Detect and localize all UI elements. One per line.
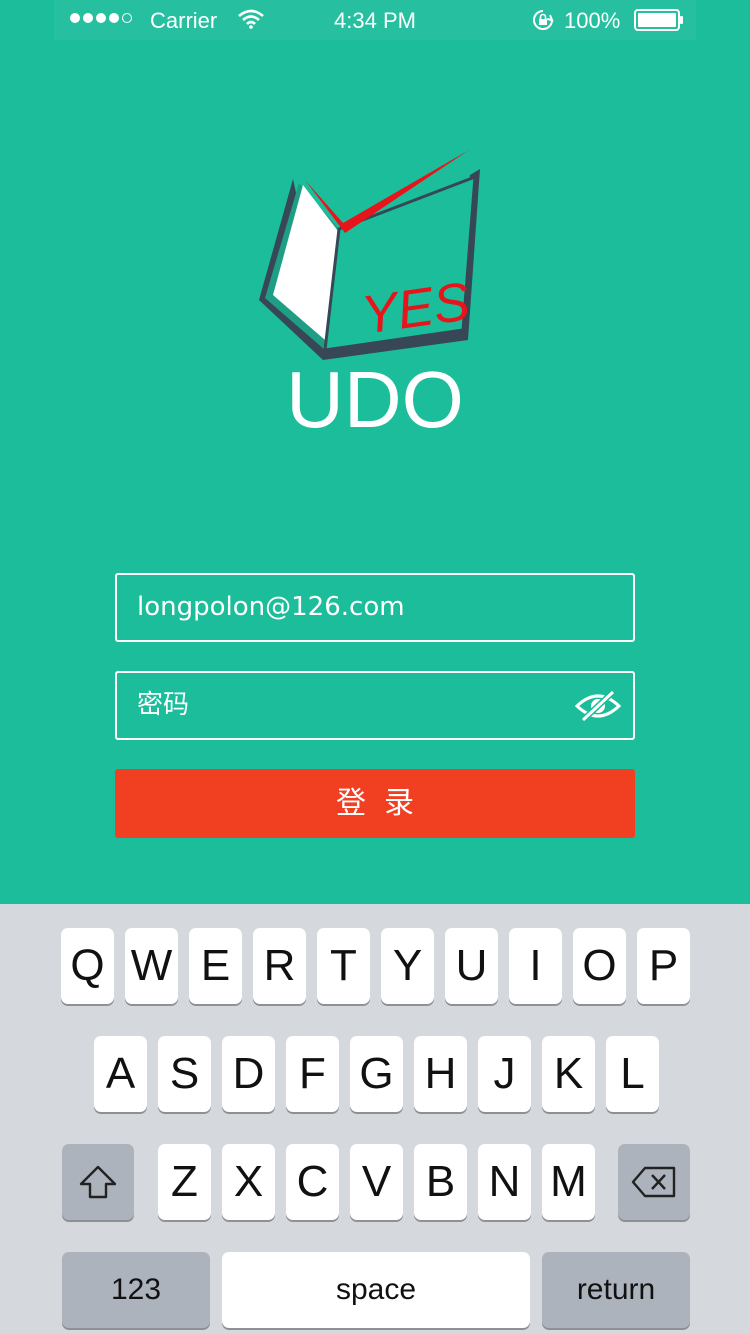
space-key[interactable]: space	[222, 1252, 530, 1328]
key-p[interactable]: P	[637, 928, 690, 1004]
keyboard: Q W E R T Y U I O P A S D F G H J K L Z …	[0, 904, 750, 1334]
key-q[interactable]: Q	[61, 928, 114, 1004]
key-n[interactable]: N	[478, 1144, 531, 1220]
key-k[interactable]: K	[542, 1036, 595, 1112]
shift-key[interactable]	[62, 1144, 134, 1220]
key-e[interactable]: E	[189, 928, 242, 1004]
key-y[interactable]: Y	[381, 928, 434, 1004]
book-check-logo-icon: YES	[259, 150, 480, 360]
key-a[interactable]: A	[94, 1036, 147, 1112]
key-t[interactable]: T	[317, 928, 370, 1004]
key-l[interactable]: L	[606, 1036, 659, 1112]
key-o[interactable]: O	[573, 928, 626, 1004]
key-g[interactable]: G	[350, 1036, 403, 1112]
shift-arrow-icon	[79, 1165, 117, 1199]
app-name: UDO	[286, 355, 464, 444]
battery-percentage: 100%	[564, 8, 621, 33]
key-x[interactable]: X	[222, 1144, 275, 1220]
numbers-key[interactable]: 123	[62, 1252, 210, 1328]
key-f[interactable]: F	[286, 1036, 339, 1112]
key-d[interactable]: D	[222, 1036, 275, 1112]
key-i[interactable]: I	[509, 928, 562, 1004]
rotation-lock-icon	[533, 10, 554, 30]
return-key[interactable]: return	[542, 1252, 690, 1328]
key-u[interactable]: U	[445, 928, 498, 1004]
password-field[interactable]: 密码	[115, 671, 635, 740]
key-s[interactable]: S	[158, 1036, 211, 1112]
key-b[interactable]: B	[414, 1144, 467, 1220]
key-w[interactable]: W	[125, 928, 178, 1004]
backspace-key[interactable]	[618, 1144, 690, 1220]
hide-password-eye-icon[interactable]	[575, 690, 621, 722]
battery-icon	[634, 9, 683, 31]
key-v[interactable]: V	[350, 1144, 403, 1220]
key-r[interactable]: R	[253, 928, 306, 1004]
email-field[interactable]: longpolon@126.com	[115, 573, 635, 642]
status-bar: Carrier 4:34 PM 100%	[54, 0, 696, 40]
email-value: longpolon@126.com	[137, 592, 405, 622]
backspace-icon	[631, 1166, 676, 1198]
password-placeholder: 密码	[137, 690, 190, 720]
key-z[interactable]: Z	[158, 1144, 211, 1220]
key-h[interactable]: H	[414, 1036, 467, 1112]
login-button[interactable]: 登录	[115, 769, 635, 838]
key-m[interactable]: M	[542, 1144, 595, 1220]
key-j[interactable]: J	[478, 1036, 531, 1112]
key-c[interactable]: C	[286, 1144, 339, 1220]
